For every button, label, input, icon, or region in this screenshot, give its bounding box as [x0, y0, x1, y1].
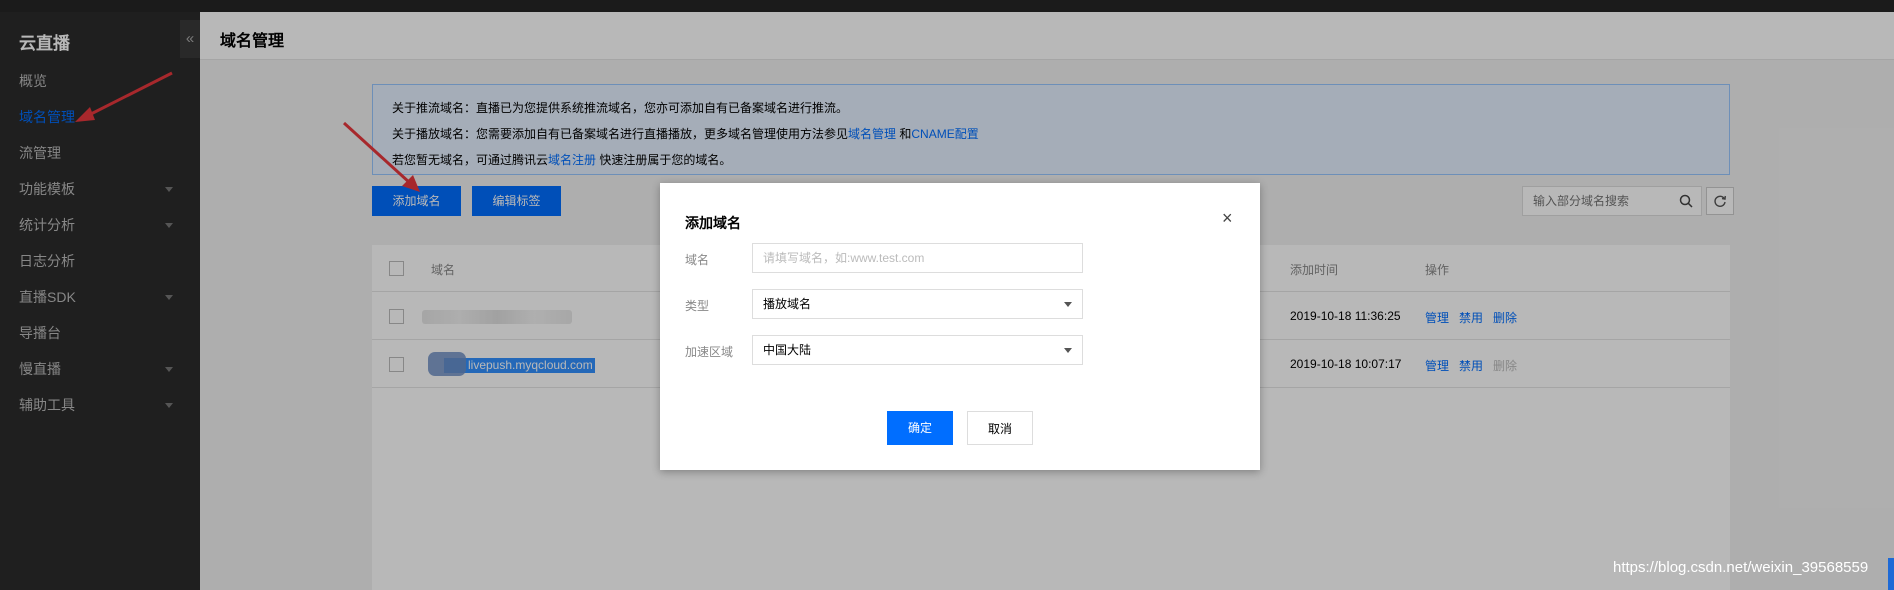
type-select-value: 播放域名	[763, 297, 812, 311]
corner-accent	[1888, 558, 1894, 590]
region-select[interactable]: 中国大陆	[752, 335, 1083, 365]
close-icon[interactable]: ×	[1222, 209, 1233, 227]
chevron-down-icon	[1064, 348, 1072, 353]
watermark: https://blog.csdn.net/weixin_39568559	[1613, 559, 1869, 576]
add-domain-dialog: 添加域名 × 域名 请填写域名，如:www.test.com 类型 播放域名 加…	[660, 183, 1260, 470]
cancel-button[interactable]: 取消	[967, 411, 1033, 445]
chevron-down-icon	[1064, 302, 1072, 307]
confirm-button[interactable]: 确定	[887, 411, 953, 445]
type-label: 类型	[685, 299, 710, 313]
type-select[interactable]: 播放域名	[752, 289, 1083, 319]
dialog-title: 添加域名	[685, 215, 741, 231]
domain-input[interactable]: 请填写域名，如:www.test.com	[752, 243, 1083, 273]
domain-label: 域名	[685, 253, 710, 267]
region-select-value: 中国大陆	[763, 343, 812, 357]
region-label: 加速区域	[685, 345, 734, 359]
